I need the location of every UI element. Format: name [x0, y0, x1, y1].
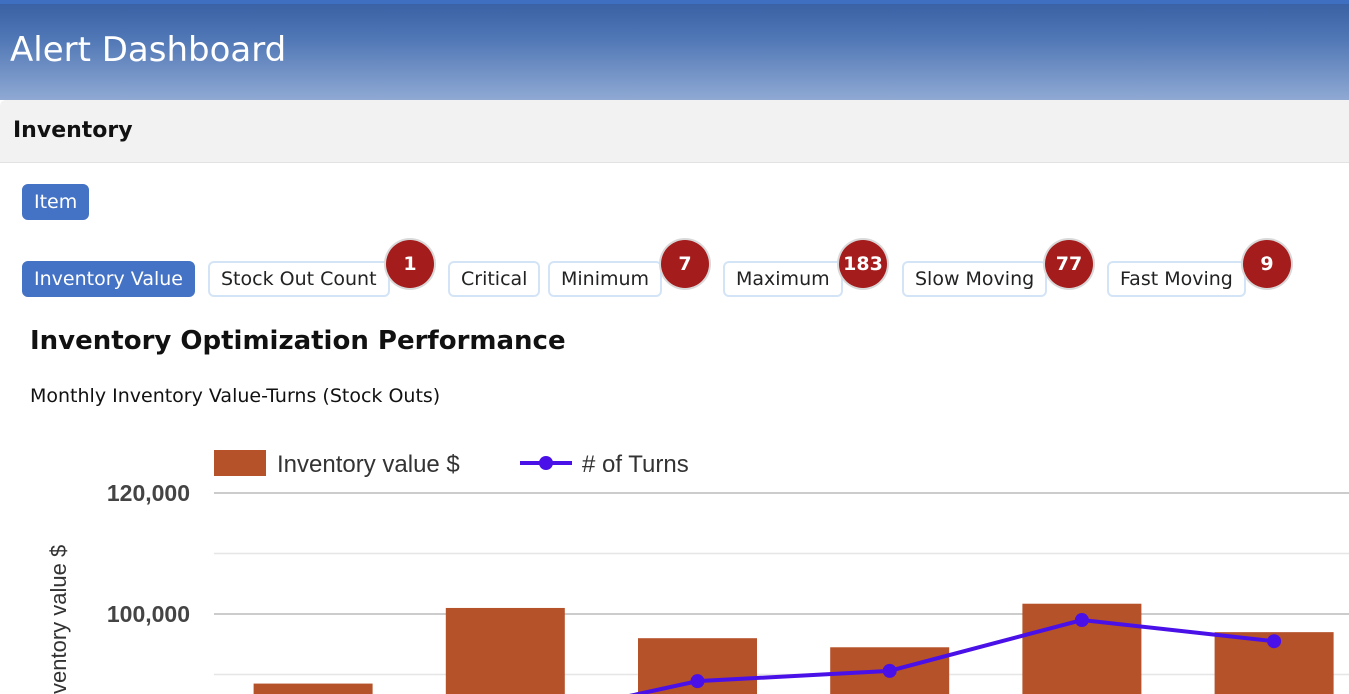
fast-moving-badge: 9: [1243, 240, 1291, 288]
bar-inventory-value: [253, 683, 373, 694]
y-tick-label: 100,000: [107, 601, 190, 627]
tab-critical[interactable]: Critical: [448, 261, 541, 297]
turns-point: [1074, 613, 1089, 628]
tab-maximum[interactable]: Maximum: [723, 261, 843, 297]
chart-bars: [253, 603, 1334, 694]
legend-bar-swatch: [214, 450, 266, 476]
panel-header: [0, 100, 1349, 163]
section-title: Inventory Optimization Performance: [30, 326, 566, 356]
tab-fast-moving[interactable]: Fast Moving: [1107, 261, 1246, 297]
tab-stock-out-count[interactable]: Stock Out Count: [208, 261, 390, 297]
panel-title: Inventory: [13, 118, 133, 143]
legend-line-label: # of Turns: [582, 451, 689, 478]
minimum-badge: 7: [661, 240, 709, 288]
y-axis-label: ventory value $: [46, 545, 71, 694]
turns-point: [1267, 634, 1282, 649]
app-header: Alert Dashboard: [0, 0, 1349, 100]
tab-minimum[interactable]: Minimum: [548, 261, 663, 297]
tab-item[interactable]: Item: [22, 184, 90, 220]
bar-inventory-value: [445, 607, 565, 694]
y-tick-label: 120,000: [107, 480, 190, 506]
maximum-badge: 183: [839, 240, 887, 288]
turns-point: [690, 674, 705, 689]
turns-point: [882, 663, 897, 678]
tab-inventory-value[interactable]: Inventory Value: [22, 261, 195, 297]
tab-slow-moving[interactable]: Slow Moving: [902, 261, 1048, 297]
slow-moving-badge: 77: [1045, 240, 1093, 288]
inventory-chart: 120,000 100,000 Inventory value $ # of Tu…: [46, 450, 1349, 694]
stock-out-count-badge: 1: [386, 240, 434, 288]
legend-line-marker: [539, 456, 553, 470]
section-subtitle: Monthly Inventory Value-Turns (Stock Out…: [30, 385, 441, 407]
app-title: Alert Dashboard: [10, 30, 287, 70]
chart-grid: [214, 492, 1349, 676]
chart-axis: 120,000 100,000: [107, 480, 190, 627]
legend-bar-label: Inventory value $: [277, 451, 460, 478]
chart-legend: Inventory value $ # of Turns: [214, 450, 689, 478]
